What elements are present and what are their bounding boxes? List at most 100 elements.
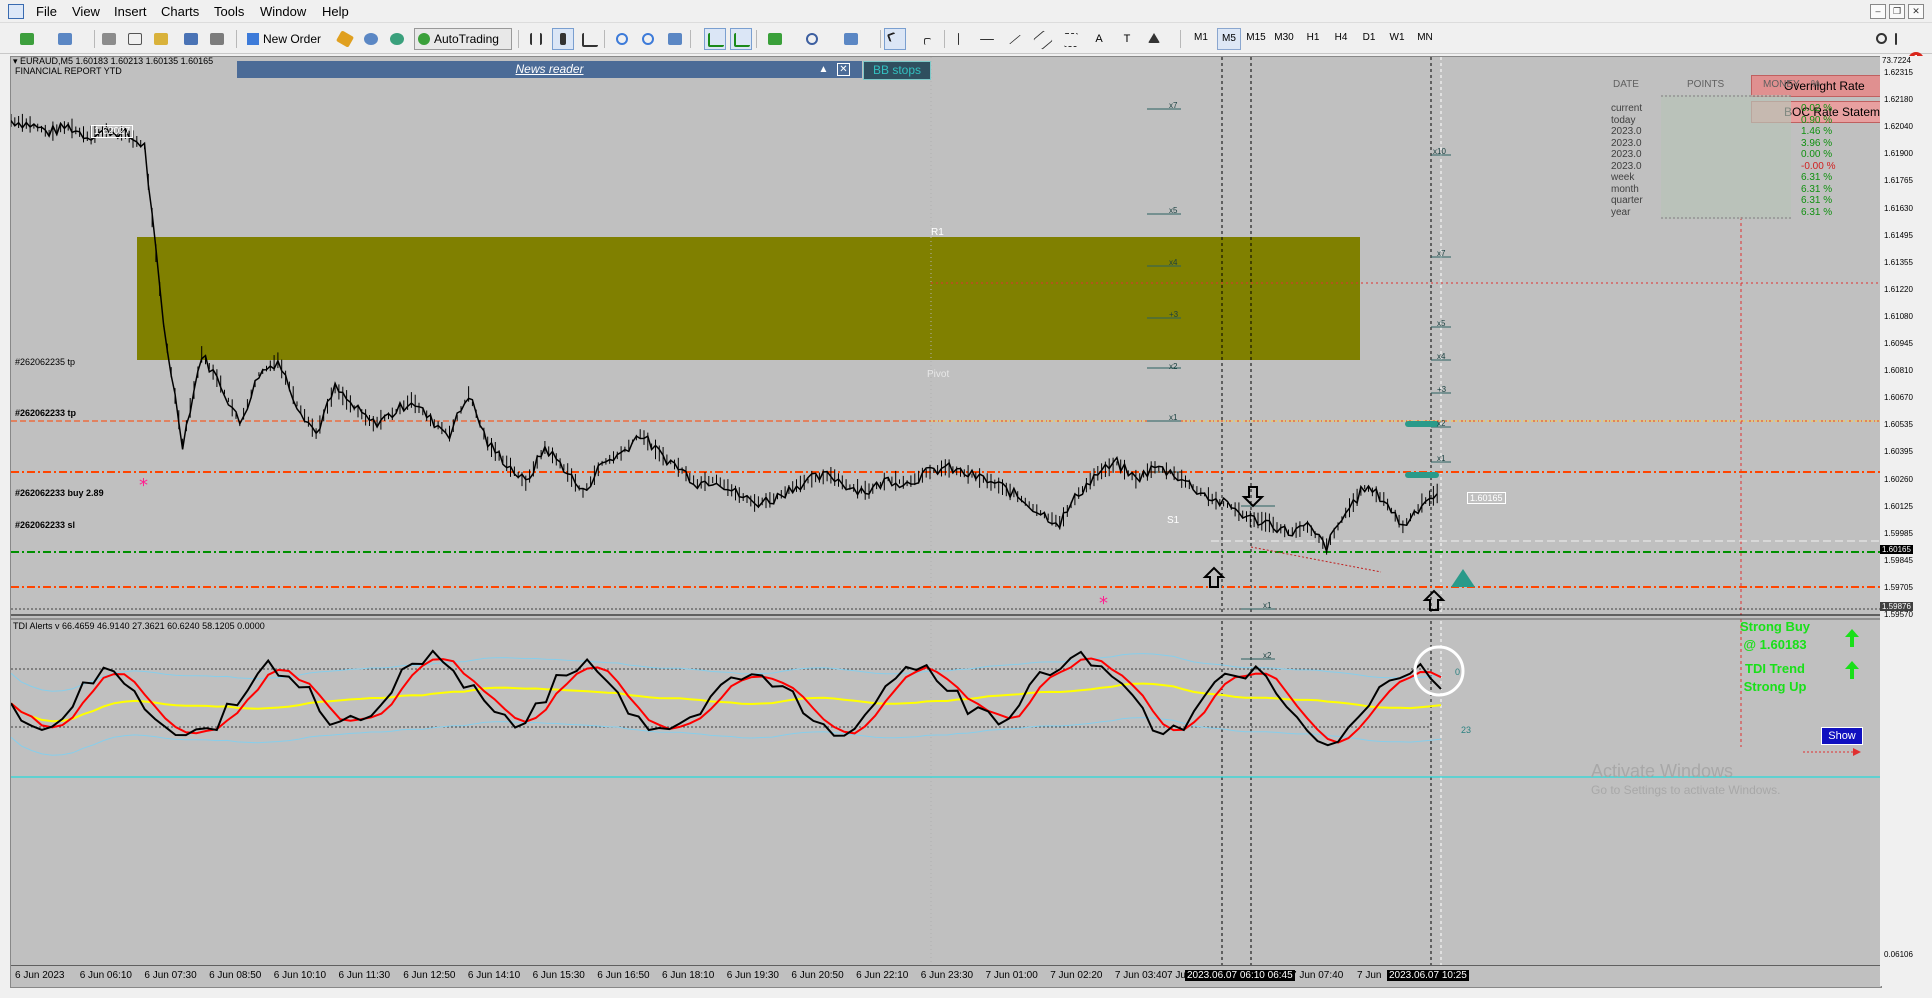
low-price-marker: 1.59876 [1880, 602, 1913, 611]
tp1-label: #262062235 tp [15, 357, 76, 367]
indicators-icon[interactable] [764, 28, 786, 50]
price-axis-label: 1.60670 [1884, 393, 1913, 403]
price-axis-label: 1.60125 [1884, 501, 1913, 511]
menu-tools[interactable]: Tools [214, 4, 244, 19]
minimize-icon[interactable]: – [1870, 4, 1886, 19]
chart-shift-icon[interactable] [730, 28, 752, 50]
profiles-icon[interactable] [54, 28, 76, 50]
data-window-icon[interactable] [124, 28, 146, 50]
timeframe-m15[interactable]: M15 [1245, 28, 1267, 48]
fibonacci-icon[interactable] [1060, 28, 1082, 50]
tdi-indicator [11, 645, 1881, 778]
stats-row-value: 6.31 % [1801, 183, 1833, 195]
autotrading-button[interactable]: AutoTrading [414, 28, 512, 50]
price-axis-label: 1.61220 [1884, 284, 1913, 294]
restore-icon[interactable]: ❐ [1889, 4, 1905, 19]
crosshair-icon[interactable] [914, 28, 936, 50]
text-icon[interactable]: A [1088, 28, 1110, 50]
tile-windows-icon[interactable] [664, 28, 686, 50]
red-trendline [1250, 546, 1382, 573]
news-reader-bar[interactable]: News reader ▲ ✕ [237, 61, 862, 78]
timeframe-h4[interactable]: H4 [1330, 28, 1352, 48]
new-chart-icon[interactable] [16, 28, 38, 50]
chart-window[interactable]: * * ▾ EURAUD,M5 1.60183 1.60213 1.60135 … [10, 56, 1882, 988]
candlestick-icon[interactable] [552, 28, 574, 50]
toolbar: New Order AutoTrading A T M1 M5 M15 M30 … [0, 23, 1932, 68]
tdi-level-0: 0 [1455, 667, 1461, 677]
chat-icon[interactable] [1888, 28, 1904, 50]
menu-view[interactable]: View [72, 4, 100, 19]
cursor-icon[interactable] [884, 28, 906, 50]
timeframe-h1[interactable]: H1 [1302, 28, 1324, 48]
level-label: x2 [1169, 362, 1178, 371]
level-label: x1 [1263, 601, 1272, 610]
new-order-button[interactable]: New Order [244, 28, 330, 50]
menu-file[interactable]: File [36, 4, 57, 19]
signals-icon[interactable] [360, 28, 382, 50]
timeframe-w1[interactable]: W1 [1386, 28, 1408, 48]
time-axis-label: 6 Jun 18:10 [662, 970, 715, 981]
equidistant-channel-icon[interactable] [1032, 28, 1054, 50]
menu-insert[interactable]: Insert [114, 4, 147, 19]
stats-row-label: 2023.0 [1611, 160, 1642, 172]
arrows-icon[interactable] [1144, 28, 1166, 50]
market-watch-icon[interactable] [98, 28, 120, 50]
collapse-icon[interactable]: ▲ [817, 63, 830, 76]
horizontal-line-icon[interactable] [976, 28, 998, 50]
time-axis-label: 6 Jun 16:50 [597, 970, 650, 981]
templates-icon[interactable] [840, 28, 862, 50]
timeframe-m30[interactable]: M30 [1273, 28, 1295, 48]
price-axis-label: 1.62315 [1884, 68, 1913, 77]
stats-row-label: 2023.0 [1611, 137, 1642, 149]
vertical-line-icon[interactable] [948, 28, 970, 50]
level-label: x4 [1437, 352, 1446, 361]
price-axis-label: 1.61765 [1884, 176, 1913, 186]
chart-canvas[interactable]: * * [11, 57, 1881, 987]
zoom-out-icon[interactable] [638, 28, 660, 50]
strong-buy-price: @ 1.60183 [1743, 637, 1807, 652]
menu-help[interactable]: Help [322, 4, 349, 19]
timeframe-m1[interactable]: M1 [1190, 28, 1212, 48]
strong-buy-text: Strong Buy [1739, 619, 1811, 634]
timeframe-d1[interactable]: D1 [1358, 28, 1380, 48]
asterisk-marker-1: * [139, 475, 148, 496]
level-label: x1 [1437, 454, 1446, 463]
trendline-icon[interactable] [1004, 28, 1026, 50]
level-ticks [1147, 108, 1451, 660]
stats-row-label: quarter [1611, 195, 1643, 206]
timeframe-m5[interactable]: M5 [1217, 28, 1241, 50]
stats-header-percent: % [1811, 79, 1820, 90]
price-axis-label: 1.60395 [1884, 447, 1913, 457]
menu-window[interactable]: Window [260, 4, 306, 19]
time-axis-label: 6 Jun 11:30 [338, 970, 391, 981]
metaeditor-icon[interactable] [334, 28, 356, 50]
menu-charts[interactable]: Charts [161, 4, 199, 19]
news-close-icon[interactable]: ✕ [837, 63, 850, 76]
navigator-icon[interactable] [150, 28, 172, 50]
activate-windows-sub: Go to Settings to activate Windows. [1591, 783, 1781, 797]
time-axis-label: 6 Jun 22:10 [856, 970, 909, 981]
time-axis-label: 6 Jun 2023 [15, 970, 65, 981]
tester-icon[interactable] [206, 28, 228, 50]
level-label: x4 [1169, 258, 1178, 267]
market-icon[interactable] [386, 28, 408, 50]
price-axis: 1.62315 1.62180 1.62040 1.61900 1.61765 1.616… [1880, 56, 1932, 986]
bar-chart-icon[interactable] [526, 28, 548, 50]
line-chart-icon[interactable] [578, 28, 600, 50]
price-axis-label: 1.61630 [1884, 203, 1913, 213]
periods-icon[interactable] [802, 28, 824, 50]
stats-header-date: DATE [1613, 79, 1639, 90]
stats-row-label: 2023.0 [1611, 149, 1642, 160]
text-label-icon[interactable]: T [1116, 28, 1138, 50]
close-icon[interactable]: ✕ [1908, 4, 1924, 19]
stats-blur-area [1661, 95, 1791, 219]
zoom-in-icon[interactable] [612, 28, 634, 50]
timeframe-mn[interactable]: MN [1414, 28, 1436, 48]
time-axis-label: 6 Jun 12:50 [403, 970, 456, 981]
autoscroll-icon[interactable] [704, 28, 726, 50]
app-icon [8, 4, 24, 19]
terminal-icon[interactable] [180, 28, 202, 50]
bb-stops-button[interactable]: BB stops [863, 61, 931, 80]
show-button[interactable]: Show [1821, 727, 1863, 745]
time-axis-label: 6 Jun 15:30 [532, 970, 585, 981]
